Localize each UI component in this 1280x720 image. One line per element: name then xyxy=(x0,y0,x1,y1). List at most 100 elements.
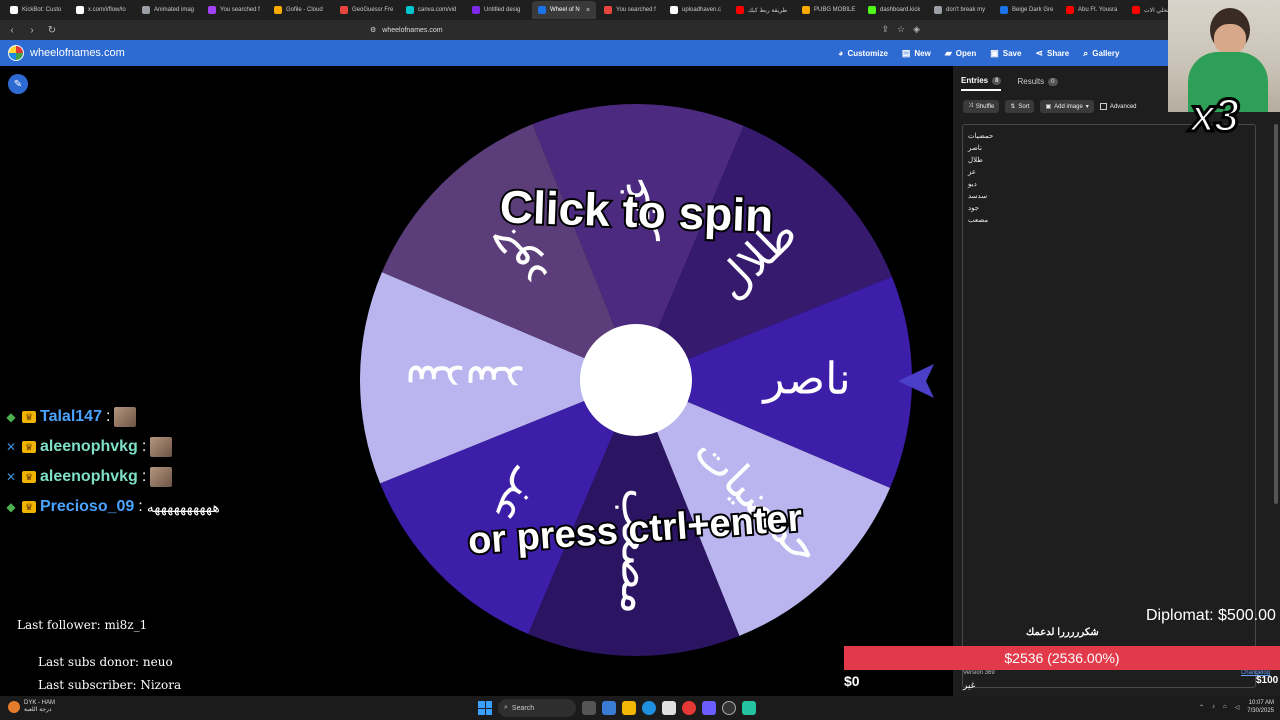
browser-tab[interactable]: Gofile - Cloud xyxy=(268,1,332,19)
edit-pencil-icon[interactable]: ✎ xyxy=(8,74,28,94)
browser-tab[interactable]: طريقة ربط كيك xyxy=(730,1,794,19)
file-explorer-icon[interactable] xyxy=(622,701,636,715)
entries-textarea[interactable]: حمضيات ناصر طلال عز ديو سدسد جود مصعب xyxy=(962,124,1256,688)
browser-tab[interactable]: canva.com/vid xyxy=(400,1,464,19)
chat-username: aleenophvkg xyxy=(40,468,138,485)
extension-icon[interactable]: ◈ xyxy=(913,24,920,35)
forward-icon[interactable]: › xyxy=(26,25,38,36)
obs-icon[interactable] xyxy=(722,701,736,715)
advanced-checkbox[interactable]: Advanced xyxy=(1099,100,1137,113)
nav-gallery-button[interactable]: ⌕ Gallery xyxy=(1083,48,1119,59)
copilot-icon[interactable] xyxy=(602,701,616,715)
tab-results[interactable]: Results 0 xyxy=(1017,76,1058,91)
chat-overlay: ◆ ♛ Talal147: ✕ ♛ aleenophvkg: ✕ ♛ aleenophvkg: ◆… xyxy=(4,402,220,522)
tab-title: x.com/i/flow/lo xyxy=(88,7,126,13)
app-header: wheelofnames.com ◕ Customize ▤ New ▰ Open ▣ Sav… xyxy=(0,40,1280,66)
browser-tab[interactable]: KickBot: Custo xyxy=(4,1,68,19)
share-page-icon[interactable]: ⇪ xyxy=(881,24,889,35)
task-view-icon[interactable] xyxy=(582,701,596,715)
brand[interactable]: wheelofnames.com xyxy=(0,45,125,61)
tab-title: canva.com/vid xyxy=(418,7,457,13)
app-icon[interactable] xyxy=(742,701,756,715)
nav-save-button[interactable]: ▣ Save xyxy=(990,48,1021,59)
sort-button[interactable]: ⇅ Sort xyxy=(1005,100,1035,113)
nav-new-button[interactable]: ▤ New xyxy=(902,48,931,59)
crown-badge-icon: ♛ xyxy=(22,411,36,423)
browser-tab[interactable]: Beige Dark Gre xyxy=(994,1,1058,19)
address-actions: ⇪ ☆ ◈ xyxy=(881,24,920,35)
volume-icon[interactable]: ◁ xyxy=(1235,704,1240,711)
browser-tab[interactable]: You searched f xyxy=(598,1,662,19)
entries-scrollbar[interactable] xyxy=(1274,124,1278,504)
tab-title: Animated imag xyxy=(154,7,195,13)
network-icon[interactable]: ⌂ xyxy=(1223,704,1227,710)
tab-title: dashboard.kick xyxy=(880,7,921,13)
nav-label: New xyxy=(914,48,931,58)
tray-chevron-icon[interactable]: ⌃ xyxy=(1199,704,1204,711)
weather-widget[interactable]: DYK - HAM درجة اللعبة xyxy=(8,700,55,713)
nav-open-button[interactable]: ▰ Open xyxy=(945,48,976,59)
tab-title: KickBot: Custo xyxy=(22,7,62,13)
tab-title: Gofile - Cloud xyxy=(286,7,323,13)
site-info-icon[interactable]: ⚙ xyxy=(370,26,376,34)
edge-icon[interactable] xyxy=(642,701,656,715)
wheel[interactable]: غير طلال ناصر حمضيات مصعب عز سدسد جود Click to s… xyxy=(358,102,914,658)
wheel-segment-label: ناصر xyxy=(761,353,851,405)
chat-message: ✕ ♛ aleenophvkg: xyxy=(4,432,220,462)
folder-icon: ▰ xyxy=(944,47,952,58)
wheel-svg[interactable]: غير طلالناصرحمضياتمصعبعزسدسدجودClick to s… xyxy=(358,102,914,658)
bookmark-star-icon[interactable]: ☆ xyxy=(897,24,905,35)
tab-favicon-icon xyxy=(142,6,150,14)
browser-tab[interactable]: dashboard.kick xyxy=(862,1,926,19)
wheel-hub[interactable] xyxy=(580,324,692,436)
click-to-spin-text[interactable]: Click to spin xyxy=(497,178,776,244)
browser-tab[interactable]: Animated imag xyxy=(136,1,200,19)
chat-username: aleenophvkg xyxy=(40,438,138,455)
tab-favicon-icon xyxy=(1066,6,1074,14)
browser-tab[interactable]: You searched f xyxy=(202,1,266,19)
entry-line: جود xyxy=(968,205,980,212)
chat-separator: : xyxy=(138,498,143,515)
tab-favicon-icon xyxy=(538,6,546,14)
tab-entries[interactable]: Entries 8 xyxy=(961,76,1002,91)
webcam-person-face xyxy=(1214,24,1246,54)
chrome-icon[interactable] xyxy=(682,701,696,715)
back-icon[interactable]: ‹ xyxy=(6,25,18,36)
tab-favicon-icon xyxy=(76,6,84,14)
reload-icon[interactable]: ↻ xyxy=(46,25,58,36)
browser-tab[interactable]: Untitled desig xyxy=(466,1,530,19)
diplomat-text: Diplomat: $500.00 xyxy=(1146,607,1276,624)
wheel-segment-label: سدسد xyxy=(405,355,525,407)
shuffle-button[interactable]: ⤨ Shuffle xyxy=(963,100,1000,113)
browser-tab[interactable]: don't break my xyxy=(928,1,992,19)
browser-tab[interactable]: Wheel of N × xyxy=(532,1,596,19)
tab-favicon-icon xyxy=(472,6,480,14)
nav-share-button[interactable]: ⋖ Share xyxy=(1035,48,1069,59)
taskbar-search[interactable]: ⌕ Search xyxy=(498,699,576,717)
tab-close-icon[interactable]: × xyxy=(586,7,590,14)
browser-tab[interactable]: x.com/i/flow/lo xyxy=(70,1,134,19)
discord-icon[interactable] xyxy=(702,701,716,715)
panel-tabs: Entries 8 Results 0 xyxy=(961,76,1058,91)
tab-count-badge: 8 xyxy=(992,76,1002,85)
browser-tab[interactable]: uploadhaven.c xyxy=(664,1,728,19)
browser-tab[interactable]: PUBG MOBILE xyxy=(796,1,860,19)
browser-tab[interactable]: Abu Ft. Yousra xyxy=(1060,1,1124,19)
nav-customize-button[interactable]: ◕ Customize xyxy=(838,48,888,58)
version-text: Version 369 xyxy=(963,670,995,676)
browser-tab[interactable]: GeoGuessr Fre xyxy=(334,1,398,19)
mic-icon[interactable]: ♪ xyxy=(1212,704,1215,710)
tab-title: طريقة ربط كيك xyxy=(748,7,788,14)
chat-emote-image xyxy=(150,467,173,487)
store-icon[interactable] xyxy=(662,701,676,715)
url-field[interactable]: ⚙ wheelofnames.com xyxy=(370,23,443,37)
checkbox-box[interactable] xyxy=(1099,103,1107,110)
last-subs-donor: Last subs donor: neuo xyxy=(38,655,173,669)
tab-favicon-icon xyxy=(670,6,678,14)
chat-emote-image xyxy=(114,407,137,427)
tab-title: don't break my xyxy=(946,7,986,13)
save-icon: ▣ xyxy=(990,47,999,58)
add-image-button[interactable]: ▣ Add image ▾ xyxy=(1040,100,1094,113)
start-icon[interactable] xyxy=(478,701,492,715)
clock[interactable]: 10:07 AM 7/30/2025 xyxy=(1247,699,1274,715)
